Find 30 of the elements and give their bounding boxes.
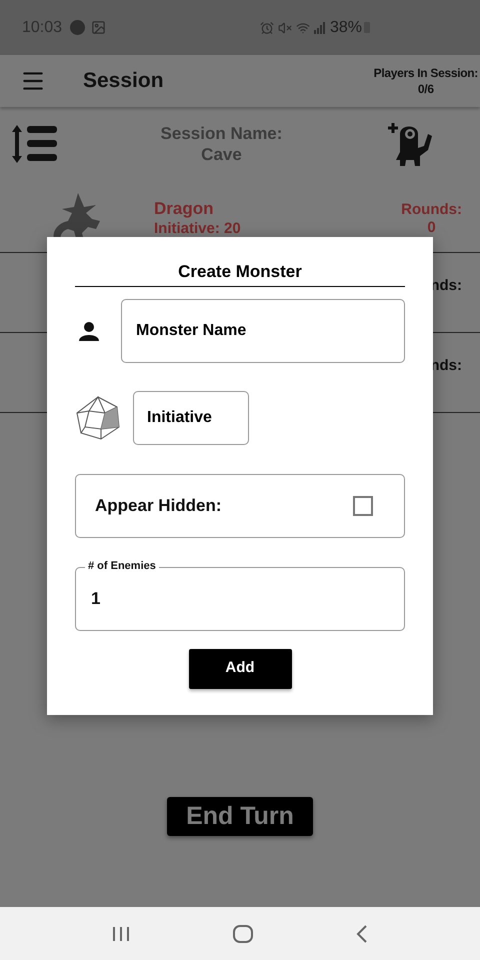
mute-icon <box>278 20 292 34</box>
initiative-field[interactable]: Initiative <box>133 390 249 444</box>
players-count: 0/6 <box>418 81 434 97</box>
session-name: Cave <box>201 144 242 164</box>
appear-hidden-label: Appear Hidden: <box>95 494 223 517</box>
end-turn-button[interactable]: End Turn <box>167 797 313 836</box>
signal-icon <box>314 22 326 34</box>
home-icon[interactable] <box>233 924 253 942</box>
alarm-icon <box>260 20 274 34</box>
back-icon[interactable] <box>355 924 369 942</box>
image-icon <box>91 20 106 35</box>
rounds-label: Rounds: <box>401 201 462 219</box>
dialog-title: Create Monster <box>75 259 405 286</box>
combatant-initiative: Initiative: 20 <box>154 219 242 239</box>
rounds-count: 0 <box>427 219 436 237</box>
players-label: Players In Session: <box>374 65 478 81</box>
enemies-value: 1 <box>91 588 100 610</box>
battery-percent: 38% <box>330 18 362 38</box>
appear-hidden-checkbox[interactable] <box>353 496 373 516</box>
combatant-name: Dragon <box>154 199 214 219</box>
monster-name-field[interactable]: Monster Name <box>121 298 405 362</box>
app-title: Session <box>83 68 165 94</box>
session-name-label: Session Name: <box>160 122 282 144</box>
wifi-icon <box>296 20 310 34</box>
add-button[interactable]: Add <box>188 648 292 688</box>
d20-dice-icon <box>75 394 121 440</box>
person-icon <box>79 320 99 340</box>
enemies-label: # of Enemies <box>85 558 159 572</box>
recent-apps-icon[interactable] <box>111 926 131 942</box>
sort-icon[interactable] <box>11 122 59 164</box>
